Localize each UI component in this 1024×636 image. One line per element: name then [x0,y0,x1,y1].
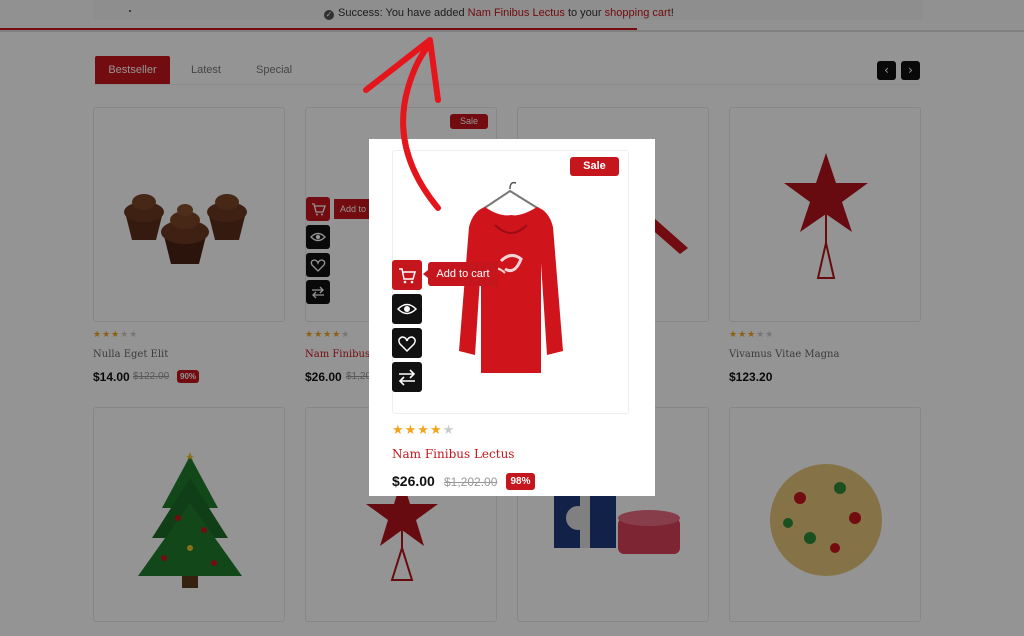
quick-view-button[interactable] [392,294,422,324]
sale-badge: Sale [570,157,619,176]
discount-badge: 98% [506,473,535,490]
eye-icon [396,303,418,315]
arrow-annotation [363,37,441,211]
heart-icon [398,336,416,353]
product-name[interactable]: Nam Finibus Lectus [392,447,514,461]
product-price: $26.00 [392,473,435,489]
add-to-cart-button[interactable] [392,260,422,290]
wishlist-button[interactable] [392,328,422,358]
compare-icon [398,369,416,386]
product-old-price: $1,202.00 [444,475,498,489]
add-to-cart-tooltip: Add to cart [423,262,498,286]
compare-button[interactable] [392,362,422,392]
cart-icon [399,268,416,284]
rating-stars: ★★★★★ [392,423,456,438]
